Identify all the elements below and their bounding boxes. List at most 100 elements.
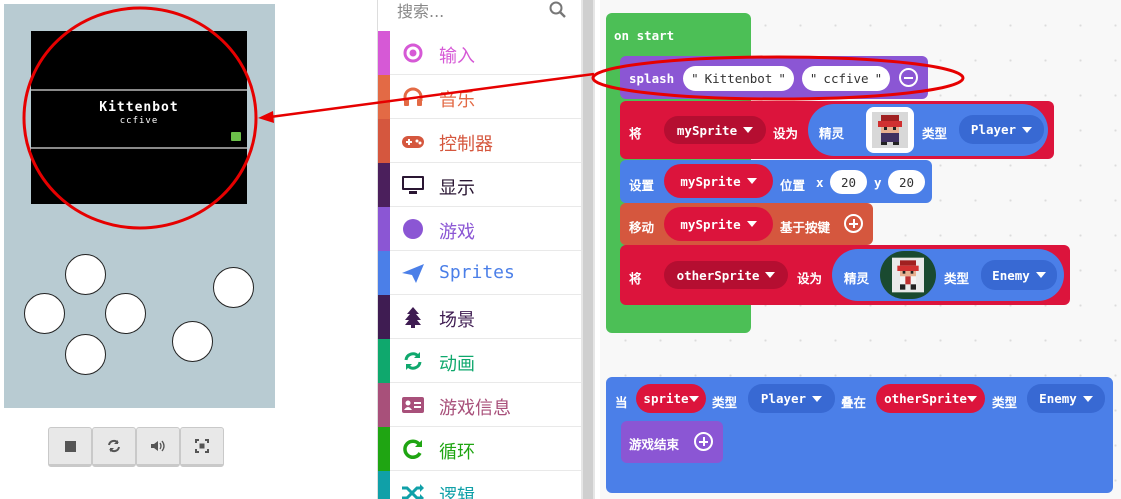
stop-button[interactable]: [48, 427, 92, 467]
variable-value: otherSprite: [676, 267, 760, 283]
refresh-icon: [401, 350, 425, 372]
type-label: 类型: [712, 395, 738, 410]
other-var-dropdown[interactable]: otherSprite: [876, 384, 985, 413]
search-icon[interactable]: [549, 1, 567, 19]
monitor-icon: [401, 174, 425, 196]
remove-arg-button[interactable]: [899, 68, 918, 87]
kind-value: Enemy: [992, 267, 1030, 283]
kind-dropdown[interactable]: Enemy: [981, 260, 1057, 290]
loop-icon: [401, 438, 425, 460]
category-loops[interactable]: 循环: [378, 427, 582, 471]
search-input[interactable]: 搜索...: [397, 0, 444, 22]
variable-value: otherSprite: [884, 391, 967, 406]
variable-dropdown[interactable]: otherSprite: [664, 261, 788, 289]
category-music[interactable]: 音乐: [378, 75, 582, 119]
variable-value: mySprite: [676, 122, 738, 138]
radio-circle-icon: [401, 42, 425, 64]
expand-args-button[interactable]: [844, 214, 863, 233]
dpad-left-button[interactable]: [24, 293, 65, 334]
tree-icon: [401, 306, 425, 328]
kind-dropdown[interactable]: Enemy: [1027, 384, 1105, 413]
variable-dropdown[interactable]: mySprite: [664, 207, 773, 241]
set-position-label: 设置: [629, 178, 655, 193]
category-label: Sprites: [439, 262, 515, 283]
category-label: 循环: [439, 442, 475, 463]
kind-value: Player: [970, 122, 1017, 137]
category-logic[interactable]: 逻辑: [378, 471, 582, 499]
on-start-label: on start: [614, 28, 675, 43]
category-game-info[interactable]: 游戏信息: [378, 383, 582, 427]
dpad-right-button[interactable]: [105, 293, 146, 334]
scrollbar-thumb[interactable]: [583, 0, 593, 499]
game-over-block[interactable]: 游戏结束: [621, 421, 723, 463]
category-sprites[interactable]: Sprites: [378, 251, 582, 295]
variable-value: mySprite: [680, 216, 741, 232]
move-sprite-block[interactable]: 移动 mySprite 基于按键: [620, 203, 873, 245]
splash-block[interactable]: splash " Kittenbot " " ccfive ": [620, 56, 928, 99]
category-input[interactable]: 输入: [378, 31, 582, 75]
a-button[interactable]: [213, 267, 254, 308]
simulator-screen: Kittenbot ccfive: [31, 31, 247, 204]
blocks-workspace[interactable]: on start splash " Kittenbot " " ccfive " 将 m…: [600, 0, 1121, 499]
sprite-var-dropdown[interactable]: sprite: [636, 384, 706, 413]
sound-button[interactable]: [136, 427, 180, 467]
expand-args-button[interactable]: [694, 432, 713, 451]
game-simulator: Kittenbot ccfive: [4, 4, 275, 408]
category-display[interactable]: 显示: [378, 163, 582, 207]
y-label: y: [874, 175, 882, 190]
category-label: 输入: [439, 46, 475, 67]
variable-dropdown[interactable]: mySprite: [664, 164, 773, 198]
with-buttons-label: 基于按键: [780, 220, 831, 235]
variable-dropdown[interactable]: mySprite: [664, 116, 766, 144]
block-toolbox: 搜索... 输入 音乐 控制器 显示 游戏 Sprites 场景 动画 游戏信息…: [377, 0, 582, 499]
category-controller[interactable]: 控制器: [378, 119, 582, 163]
kind-dropdown[interactable]: Player: [959, 115, 1044, 144]
category-scene[interactable]: 场景: [378, 295, 582, 339]
plus-icon: [849, 219, 858, 228]
toolbox-scrollbar[interactable]: [581, 0, 595, 499]
splash-subtitle-field[interactable]: " ccfive ": [802, 66, 890, 91]
type-label: 类型: [922, 126, 948, 141]
sprite-image-field[interactable]: [880, 251, 936, 299]
variable-value: sprite: [643, 391, 689, 406]
circle-icon: [401, 218, 425, 240]
fullscreen-button[interactable]: [180, 427, 224, 467]
sprite-image-field[interactable]: [866, 107, 914, 153]
kind-dropdown[interactable]: Player: [748, 384, 835, 413]
restart-icon: [108, 439, 120, 453]
y-input[interactable]: 20: [888, 170, 925, 194]
splash-title-value: Kittenbot: [704, 71, 773, 86]
dpad-down-button[interactable]: [65, 334, 106, 375]
x-input[interactable]: 20: [830, 170, 867, 194]
category-animation[interactable]: 动画: [378, 339, 582, 383]
dpad-up-button[interactable]: [65, 254, 106, 295]
on-overlap-block[interactable]: 当 sprite 类型 Player 叠在 otherSprite 类型 Ene…: [606, 377, 1113, 493]
set-to-label: 设为: [797, 271, 823, 286]
simulator-controls: [48, 427, 224, 467]
minus-icon: [904, 76, 913, 79]
set-position-block[interactable]: 设置 mySprite 位置 x 20 y 20: [620, 160, 932, 203]
set-label: 将: [629, 126, 642, 141]
paper-plane-icon: [401, 262, 425, 284]
splash-subtitle-value: ccfive: [823, 71, 869, 86]
toolbox-search[interactable]: 搜索...: [378, 0, 582, 30]
plus-icon: [699, 437, 708, 446]
restart-button[interactable]: [92, 427, 136, 467]
set-other-sprite-block[interactable]: 将 otherSprite 设为 精灵 类型 Enemy: [620, 245, 1070, 305]
set-sprite-block[interactable]: 将 mySprite 设为 精灵 类型 Player: [620, 101, 1054, 159]
sprite-label: 精灵: [819, 126, 845, 141]
category-label: 游戏: [439, 222, 475, 243]
b-button[interactable]: [172, 321, 213, 362]
sprite-label: 精灵: [844, 271, 870, 286]
x-label: x: [816, 175, 824, 190]
screen-line-top: [31, 89, 247, 91]
sound-icon: [151, 440, 165, 452]
category-label: 控制器: [439, 134, 493, 155]
move-label: 移动: [629, 220, 655, 235]
splash-title-field[interactable]: " Kittenbot ": [683, 66, 794, 91]
splash-label: splash: [629, 71, 675, 86]
enemy-sprite-icon: [892, 257, 924, 293]
category-label: 显示: [439, 178, 475, 199]
splash-title-text: Kittenbot: [99, 100, 179, 115]
category-game[interactable]: 游戏: [378, 207, 582, 251]
